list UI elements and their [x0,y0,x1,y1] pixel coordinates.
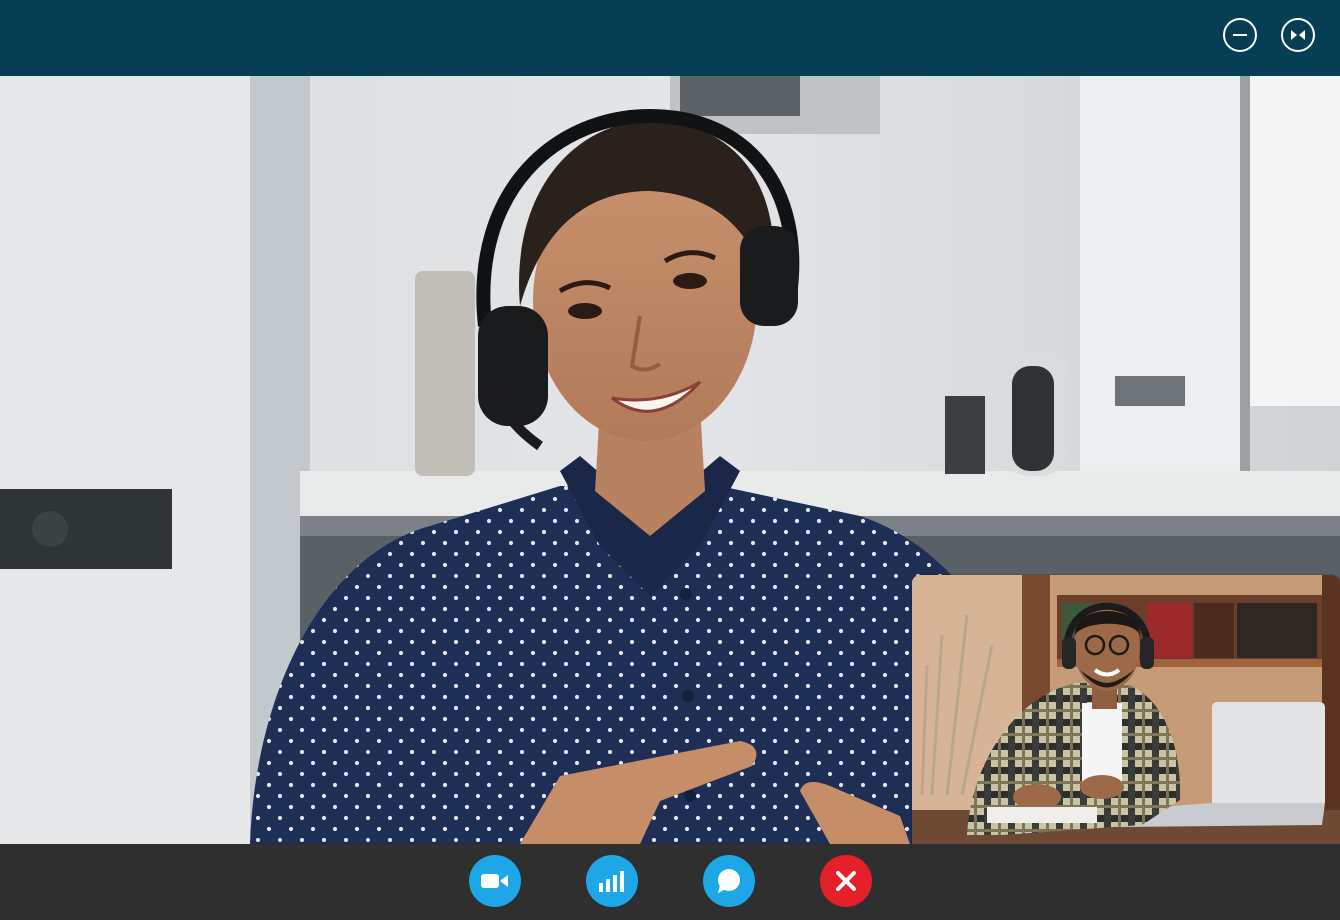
chat-bubble-icon [718,869,740,893]
minimize-icon [1233,34,1247,36]
signal-bars-icon [599,871,624,892]
minimize-button[interactable] [1223,18,1257,52]
title-bar [0,0,1340,76]
self-view-video[interactable] [912,575,1340,845]
local-participant-video [912,575,1340,845]
video-camera-icon [481,874,508,888]
chat-button[interactable] [703,855,755,907]
camera-toggle-button[interactable] [469,855,521,907]
end-call-button[interactable] [820,855,872,907]
call-control-bar [0,844,1340,920]
video-call-window [0,0,1340,920]
close-x-icon [836,871,856,891]
collapse-button[interactable] [1281,18,1315,52]
collapse-icon [1291,30,1305,40]
call-quality-button[interactable] [586,855,638,907]
